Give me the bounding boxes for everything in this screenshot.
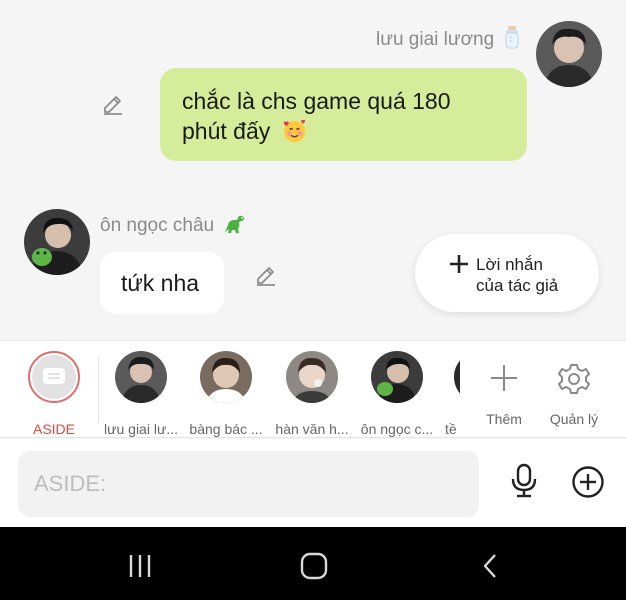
character-label: ôn ngọc c... — [360, 421, 434, 437]
input-row — [0, 439, 626, 527]
outgoing-message-line2: phút đấy — [182, 118, 271, 144]
character-item[interactable]: lưu giai lư... — [104, 351, 178, 437]
character-avatar — [371, 351, 423, 403]
edit-outgoing-pencil-icon[interactable] — [101, 92, 125, 116]
character-label: hàn văn h... — [275, 421, 349, 437]
character-item[interactable]: ôn ngọc c... — [361, 351, 433, 437]
recent-apps-icon[interactable] — [127, 553, 153, 579]
character-label: tề — [445, 421, 457, 437]
home-icon[interactable] — [300, 552, 328, 580]
plus-circle-icon[interactable] — [571, 465, 605, 499]
incoming-message-bubble[interactable]: tứk nha — [100, 252, 224, 314]
character-divider — [98, 357, 99, 423]
add-plus-icon — [491, 365, 517, 391]
aside-avatar — [28, 351, 80, 403]
system-navigation-bar — [0, 527, 626, 600]
character-avatar — [286, 351, 338, 403]
author-note-line2: của tác giả — [476, 276, 559, 295]
author-note-line1: Lời nhắn — [476, 255, 543, 274]
manage-button[interactable]: Quản lý — [548, 351, 600, 427]
incoming-avatar[interactable] — [24, 209, 90, 275]
incoming-sender-name: ôn ngọc châu — [100, 213, 247, 237]
outgoing-sender-text: lưu giai lương — [376, 29, 495, 50]
character-avatar — [115, 351, 167, 403]
character-aside-label: ASIDE — [32, 421, 76, 437]
outgoing-message-line2-wrap: phút đấy — [182, 116, 505, 146]
character-item[interactable]: hàn văn h... — [275, 351, 349, 437]
smiling-face-with-hearts-icon — [283, 119, 305, 143]
outgoing-message-bubble[interactable]: chắc là chs game quá 180 phút đấy — [160, 68, 527, 161]
character-avatar — [200, 351, 252, 403]
incoming-sender-text: ôn ngọc châu — [100, 215, 215, 236]
outgoing-sender-name: lưu giai lương — [376, 25, 521, 51]
chat-area: lưu giai lương chắc là chs game quá 180 … — [0, 0, 626, 340]
character-aside[interactable]: ASIDE — [28, 351, 80, 437]
add-character-button[interactable]: Thêm — [478, 351, 530, 427]
manage-label: Quản lý — [549, 411, 599, 427]
author-note-button[interactable]: Lời nhắn của tác giả — [415, 234, 599, 312]
character-label: bàng bác ... — [189, 421, 263, 437]
character-item[interactable]: bàng bác ... — [189, 351, 263, 437]
outgoing-avatar[interactable] — [536, 21, 602, 87]
message-input[interactable] — [18, 451, 479, 517]
gear-icon — [558, 364, 590, 394]
plus-icon — [450, 255, 468, 273]
add-character-label: Thêm — [486, 411, 522, 427]
character-bar: ASIDE lưu giai lư... bàng bác ... hàn vă… — [0, 340, 626, 438]
microphone-icon[interactable] — [509, 463, 539, 499]
dinosaur-icon — [225, 215, 245, 233]
incoming-message-text: tứk nha — [121, 270, 200, 296]
back-icon[interactable] — [480, 552, 500, 580]
character-avatar-partial — [454, 351, 460, 403]
character-item-partial[interactable]: tề — [445, 351, 460, 437]
character-label: lưu giai lư... — [104, 421, 178, 437]
outgoing-message-line1: chắc là chs game quá 180 — [182, 88, 451, 114]
baby-bottle-icon — [505, 26, 519, 49]
edit-incoming-pencil-icon[interactable] — [254, 263, 278, 287]
